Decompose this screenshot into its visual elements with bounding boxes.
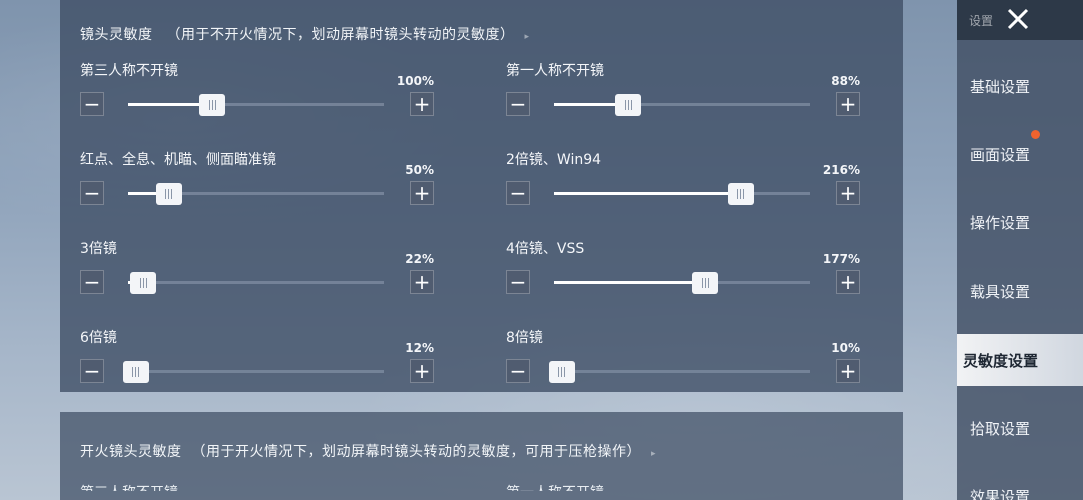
section2-hint: （用于开火情况下，划动屏幕时镜头转动的灵敏度，可用于压枪操作） — [191, 444, 641, 460]
sensitivity-slider: 第一人称不开镜 88% − + — [506, 60, 866, 120]
increase-button[interactable]: + — [836, 92, 860, 116]
sensitivity-slider: 红点、全息、机瞄、侧面瞄准镜 50% − + — [80, 149, 440, 209]
plus-icon: + — [839, 181, 857, 205]
section2-title: 开火镜头灵敏度 （用于开火情况下，划动屏幕时镜头转动的灵敏度，可用于压枪操作） ▸ — [80, 441, 656, 461]
slider-label: 6倍镜 — [80, 330, 117, 346]
minus-icon: − — [83, 92, 101, 116]
sensitivity-slider: 2倍镜、Win94 216% − + — [506, 149, 866, 209]
sidebar-item-5[interactable]: 灵敏度设置 — [957, 334, 1083, 386]
slider-handle[interactable] — [615, 94, 642, 116]
sensitivity-slider: 4倍镜、VSS 177% − + — [506, 238, 866, 298]
decrease-button[interactable]: − — [80, 181, 104, 205]
sidebar-item-3[interactable]: 操作设置 — [957, 196, 1083, 248]
plus-icon: + — [839, 92, 857, 116]
increase-button[interactable]: + — [410, 92, 434, 116]
slider-handle[interactable] — [122, 361, 149, 383]
slider-fill — [554, 192, 741, 195]
slider-track[interactable] — [128, 183, 384, 205]
sidebar-title: 设置 — [969, 14, 994, 28]
plus-icon: + — [413, 92, 431, 116]
section-title: 镜头灵敏度 （用于不开火情况下，划动屏幕时镜头转动的灵敏度） ▸ — [80, 24, 530, 44]
slider-handle[interactable] — [692, 272, 719, 294]
slider-percent: 22% — [405, 252, 434, 266]
close-icon[interactable] — [1003, 4, 1033, 34]
sensitivity-slider: 第三人称不开镜 100% − + — [80, 60, 440, 120]
slider-label: 红点、全息、机瞄、侧面瞄准镜 — [80, 152, 276, 168]
slider-label: 第三人称不开镜 — [80, 63, 178, 79]
slider-label: 2倍镜、Win94 — [506, 152, 602, 168]
slider-percent: 177% — [822, 252, 860, 266]
settings-sidebar: 设置 基础设置画面设置操作设置载具设置灵敏度设置拾取设置效果设置 — [957, 0, 1083, 500]
sensitivity-slider: 3倍镜 22% − + — [80, 238, 440, 298]
slider-label: 第一人称不开镜 — [506, 63, 604, 79]
plus-icon: + — [413, 181, 431, 205]
slider-label: 4倍镜、VSS — [506, 241, 585, 257]
section2-title-text: 开火镜头灵敏度 — [80, 444, 182, 460]
minus-icon: − — [83, 270, 101, 294]
section-hint: （用于不开火情况下，划动屏幕时镜头转动的灵敏度） — [166, 27, 515, 43]
notification-dot — [1031, 130, 1040, 139]
section-title-text: 镜头灵敏度 — [80, 27, 153, 43]
minus-icon: − — [83, 181, 101, 205]
sidebar-header: 设置 — [957, 0, 1083, 40]
slider-percent: 10% — [831, 341, 860, 355]
slider-track[interactable] — [554, 272, 810, 294]
increase-button[interactable]: + — [410, 359, 434, 383]
minus-icon: − — [83, 359, 101, 383]
slider-track[interactable] — [128, 94, 384, 116]
increase-button[interactable]: + — [410, 270, 434, 294]
increase-button[interactable]: + — [410, 181, 434, 205]
plus-icon: + — [413, 270, 431, 294]
sidebar-item-6[interactable]: 拾取设置 — [957, 402, 1083, 454]
slider-percent: 12% — [405, 341, 434, 355]
decrease-button[interactable]: − — [506, 270, 530, 294]
decrease-button[interactable]: − — [80, 92, 104, 116]
slider-label: 8倍镜 — [506, 330, 543, 346]
sidebar-item-7[interactable]: 效果设置 — [957, 470, 1083, 500]
slider-fill — [554, 281, 706, 284]
increase-button[interactable]: + — [836, 181, 860, 205]
sidebar-item-1[interactable]: 基础设置 — [957, 60, 1083, 112]
minus-icon: − — [509, 270, 527, 294]
sidebar-item-4[interactable]: 载具设置 — [957, 265, 1083, 317]
minus-icon: − — [509, 181, 527, 205]
expand-arrow-icon: ▸ — [524, 32, 530, 42]
slider-track[interactable] — [548, 361, 810, 383]
decrease-button[interactable]: − — [506, 359, 530, 383]
increase-button[interactable]: + — [836, 270, 860, 294]
sidebar-item-2[interactable]: 画面设置 — [957, 128, 1083, 180]
decrease-button[interactable]: − — [80, 359, 104, 383]
minus-icon: − — [509, 359, 527, 383]
decrease-button[interactable]: − — [80, 270, 104, 294]
slider-track[interactable] — [122, 361, 384, 383]
slider-handle[interactable] — [155, 183, 182, 205]
plus-icon: + — [839, 359, 857, 383]
sensitivity-slider: 6倍镜 12% − + — [80, 327, 440, 387]
slider-percent: 88% — [831, 74, 860, 88]
slider-handle[interactable] — [727, 183, 754, 205]
decrease-button[interactable]: − — [506, 181, 530, 205]
slider-label: 3倍镜 — [80, 241, 117, 257]
slider-percent: 100% — [396, 74, 434, 88]
slider-percent: 50% — [405, 163, 434, 177]
plus-icon: + — [839, 270, 857, 294]
slider-track[interactable] — [128, 272, 384, 294]
sensitivity-slider: 8倍镜 10% − + — [506, 327, 866, 387]
slider-track[interactable] — [554, 94, 810, 116]
slider-handle[interactable] — [199, 94, 226, 116]
plus-icon: + — [413, 359, 431, 383]
decrease-button[interactable]: − — [506, 92, 530, 116]
slider-percent: 216% — [822, 163, 860, 177]
increase-button[interactable]: + — [836, 359, 860, 383]
slider-handle[interactable] — [130, 272, 157, 294]
slider-handle[interactable] — [548, 361, 575, 383]
slider-track[interactable] — [554, 183, 810, 205]
expand-arrow-icon: ▸ — [651, 449, 657, 459]
minus-icon: − — [509, 92, 527, 116]
